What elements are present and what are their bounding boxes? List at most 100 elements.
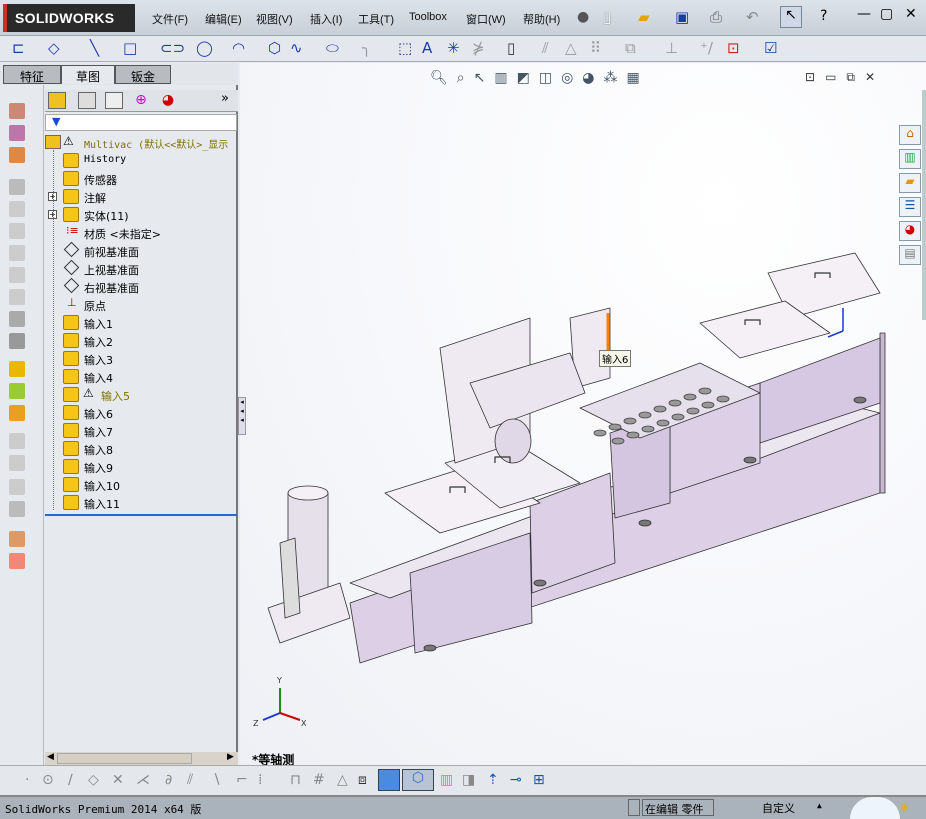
- text-icon[interactable]: A: [422, 40, 432, 56]
- center-snap-icon[interactable]: ⊙: [42, 772, 54, 788]
- plane-icon[interactable]: ⬚: [398, 40, 412, 56]
- reference-icon[interactable]: [9, 501, 25, 517]
- tab-features[interactable]: 特征: [3, 65, 61, 84]
- cut-icon[interactable]: [9, 223, 25, 239]
- pattern-icon[interactable]: ⠿: [590, 40, 601, 56]
- relations-icon[interactable]: ⊥: [665, 40, 678, 56]
- filter-input[interactable]: ▼: [45, 114, 237, 131]
- fillet-feature-icon[interactable]: [9, 245, 25, 261]
- polygon-icon[interactable]: ⬡: [268, 40, 281, 56]
- close-button[interactable]: ✕: [905, 6, 917, 22]
- units-selector[interactable]: 自定义: [762, 800, 795, 816]
- model-3d-view[interactable]: Y X Z: [240, 63, 926, 765]
- instant3d-icon[interactable]: [9, 531, 25, 547]
- circle-icon[interactable]: ◯: [196, 40, 213, 56]
- print-icon[interactable]: ⎙: [710, 8, 722, 26]
- rectangle-icon[interactable]: □: [123, 40, 137, 56]
- select-icon[interactable]: ↖: [780, 6, 802, 28]
- loft-icon[interactable]: [9, 179, 25, 195]
- scroll-left-icon[interactable]: ◀: [47, 752, 54, 762]
- instant2d-icon[interactable]: ☑: [764, 40, 777, 56]
- scroll-thumb[interactable]: [57, 753, 192, 764]
- feature-manager-tab-icon[interactable]: [48, 92, 66, 109]
- tree-horizontal-scrollbar[interactable]: ◀ ▶: [45, 752, 238, 765]
- point-icon[interactable]: ✳: [447, 40, 460, 56]
- horizontal-snap-icon[interactable]: ∖: [212, 772, 221, 788]
- tab-sheet-metal[interactable]: 钣金: [115, 65, 171, 84]
- scroll-right-icon[interactable]: ▶: [227, 752, 234, 762]
- extrude-icon[interactable]: [9, 103, 25, 119]
- expand-panel-icon[interactable]: »: [221, 91, 229, 106]
- shaded-with-edges-button[interactable]: [378, 769, 400, 791]
- open-icon[interactable]: ▰: [638, 8, 650, 26]
- menu-toolbox[interactable]: Toolbox: [409, 11, 447, 23]
- nearest-snap-icon[interactable]: ⋌: [136, 772, 150, 788]
- table-icon[interactable]: ⊞: [533, 772, 545, 788]
- smart-dimension-icon[interactable]: ◇: [48, 40, 60, 56]
- draft-icon[interactable]: [9, 333, 25, 349]
- help-icon[interactable]: ?: [820, 8, 827, 24]
- normal-to-icon[interactable]: ⇡: [487, 772, 499, 788]
- intersection-snap-icon[interactable]: ✕: [112, 772, 124, 788]
- wireframe-icon[interactable]: ⧈: [358, 772, 367, 788]
- angle-snap-icon[interactable]: ⌐: [236, 772, 248, 788]
- trim-icon[interactable]: ⋡: [472, 40, 485, 56]
- linear-pattern-icon[interactable]: [9, 433, 25, 449]
- ellipse-icon[interactable]: ⬭: [326, 40, 339, 56]
- menu-file[interactable]: 文件(F): [152, 11, 188, 27]
- mirror-feature-icon[interactable]: [9, 455, 25, 471]
- undo-icon[interactable]: ↶: [746, 8, 759, 26]
- revolve-icon[interactable]: [9, 125, 25, 141]
- perpendicular-snap-icon[interactable]: ∂: [165, 772, 172, 788]
- configuration-manager-tab-icon[interactable]: [105, 92, 123, 109]
- point-snap-icon[interactable]: ·: [25, 772, 29, 788]
- move-icon[interactable]: ⧉: [625, 40, 636, 56]
- arc-icon[interactable]: ◠: [232, 40, 245, 56]
- rollback-bar[interactable]: [45, 514, 237, 516]
- minimize-button[interactable]: —: [857, 6, 871, 22]
- dimension-snap-icon[interactable]: ⊓: [290, 772, 301, 788]
- restore-button[interactable]: ▢: [880, 6, 893, 22]
- curves-icon[interactable]: [9, 479, 25, 495]
- display-manager-tab-icon[interactable]: ◕: [159, 92, 177, 109]
- sweep-icon[interactable]: [9, 147, 25, 163]
- offset-icon[interactable]: ⫽: [542, 40, 549, 56]
- property-manager-tab-icon[interactable]: [78, 92, 96, 109]
- convert-entities-icon[interactable]: ▯: [507, 40, 515, 56]
- mirror-icon[interactable]: △: [565, 40, 577, 56]
- menu-window[interactable]: 窗口(W): [466, 11, 506, 27]
- tangent-snap-icon[interactable]: ∕: [68, 772, 73, 788]
- menu-view[interactable]: 视图(V): [256, 11, 293, 27]
- grid-snap-icon[interactable]: ⁞: [258, 772, 262, 788]
- menu-help[interactable]: 帮助(H): [523, 11, 560, 27]
- menu-tools[interactable]: 工具(T): [358, 11, 394, 27]
- line-icon[interactable]: ╲: [90, 40, 99, 56]
- fillet-icon[interactable]: ╮: [362, 40, 371, 56]
- units-arrow-icon[interactable]: ▲: [817, 801, 822, 810]
- tab-sketch[interactable]: 草图: [61, 65, 115, 84]
- rib-icon[interactable]: [9, 289, 25, 305]
- menu-edit[interactable]: 编辑(E): [205, 11, 242, 27]
- save-icon[interactable]: ▣: [675, 8, 689, 26]
- boundary-icon[interactable]: [9, 201, 25, 217]
- repair-icon[interactable]: ⁺∕: [700, 40, 713, 56]
- slot-icon[interactable]: ⊂⊃: [160, 40, 185, 56]
- parallel-snap-icon[interactable]: ⫽: [187, 772, 193, 788]
- spline-icon[interactable]: ∿: [290, 40, 303, 56]
- shaded-button[interactable]: ⬡: [402, 769, 434, 791]
- shell-icon[interactable]: [9, 311, 25, 327]
- dimxpert-tab-icon[interactable]: ⊕: [132, 92, 150, 109]
- menu-insert[interactable]: 插入(I): [310, 11, 342, 27]
- sketch-icon[interactable]: ⊏: [12, 40, 25, 56]
- intersect-icon[interactable]: [9, 553, 25, 569]
- rapid-sketch-icon[interactable]: ⊡: [727, 40, 740, 56]
- combine-icon[interactable]: [9, 383, 25, 399]
- grid-icon[interactable]: #: [313, 772, 325, 788]
- chamfer-icon[interactable]: [9, 267, 25, 283]
- measure-icon[interactable]: ⊸: [510, 772, 522, 788]
- body-move-icon[interactable]: [9, 361, 25, 377]
- hidden-lines-icon[interactable]: ◨: [462, 772, 475, 788]
- triangle-icon[interactable]: △: [337, 772, 348, 788]
- split-icon[interactable]: [9, 405, 25, 421]
- new-document-icon[interactable]: ▯: [603, 8, 611, 26]
